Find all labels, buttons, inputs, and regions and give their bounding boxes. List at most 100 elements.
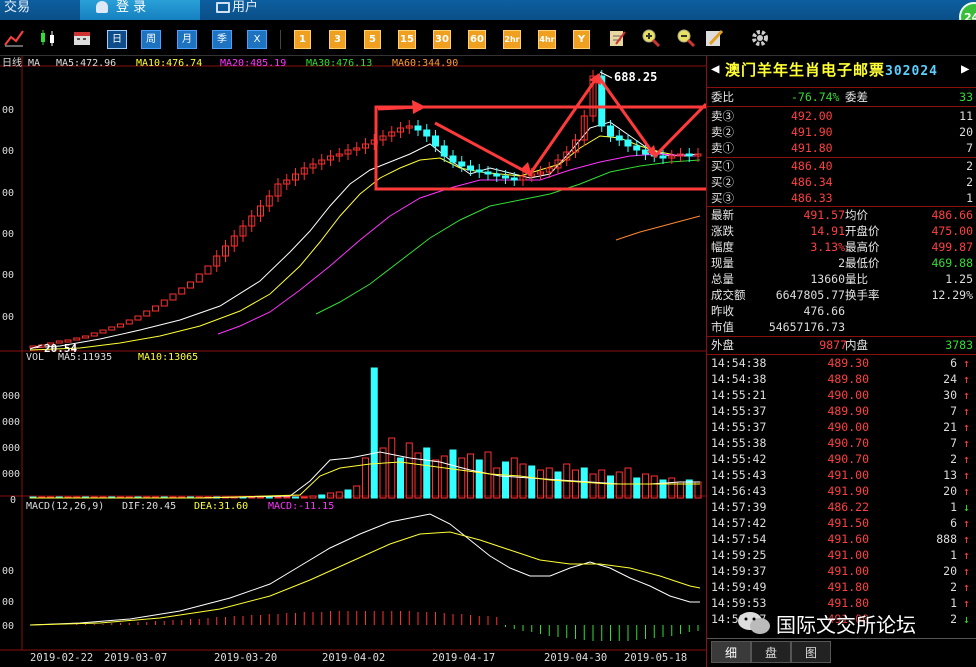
tick-price: 489.90 (827, 404, 869, 418)
volume-bar (397, 457, 404, 499)
tick-row: 14:59:25 491.00 1 ↑ (711, 547, 973, 563)
tick-direction: ↑ (963, 404, 970, 418)
candle (440, 145, 448, 157)
ask-label: 卖① (711, 141, 734, 155)
tick-time: 14:54:38 (711, 372, 767, 386)
weibi-label: 委比 (711, 90, 734, 104)
vol-label: VOL (26, 352, 44, 363)
zoom-out-icon[interactable] (676, 28, 696, 48)
tick-time: 14:55:38 (711, 436, 767, 450)
ask-volume: 20 (959, 125, 973, 139)
tick-volume: 888 (936, 532, 957, 546)
candle (615, 135, 623, 141)
tick-time: 14:55:42 (711, 452, 767, 466)
bid-row: 买① 486.40 2 (711, 158, 975, 174)
stat-row: 幅度 3.13% 最高价 499.87 (711, 239, 975, 255)
stat-label: 最高价 (845, 240, 880, 254)
stat-label: 换手率 (845, 288, 880, 302)
pencil-icon[interactable] (704, 28, 724, 48)
tick-row: 14:57:42 491.50 6 ↑ (711, 515, 973, 531)
price-tick: 00 (2, 188, 14, 199)
minute-3-button[interactable]: 3 (329, 30, 346, 49)
waipan-value: 9877 (819, 338, 847, 352)
minute-1-button[interactable]: 1 (294, 30, 311, 49)
prev-security-icon[interactable]: ◀ (711, 61, 719, 77)
vol-tick: 000 (2, 469, 20, 480)
tick-time: 14:57:42 (711, 516, 767, 530)
zoom-in-icon[interactable] (641, 28, 661, 48)
candlestick-icon[interactable] (38, 28, 58, 48)
tick-time: 14:59:49 (711, 580, 767, 594)
stat-row: 涨跌 14.91 开盘价 475.00 (711, 223, 975, 239)
stat-label: 开盘价 (845, 224, 880, 238)
stat-value: 469.88 (931, 256, 973, 270)
minute-30-button[interactable]: 30 (433, 30, 451, 49)
year-button[interactable]: Y (573, 30, 590, 49)
tick-direction: ↑ (963, 356, 970, 370)
edit-note-icon[interactable] (607, 28, 627, 48)
minute-60-button[interactable]: 60 (468, 30, 486, 49)
tick-volume: 1 (950, 548, 957, 562)
tick-direction: ↑ (963, 436, 970, 450)
tab-trade-label: 交易 (4, 0, 31, 15)
ask-row: 卖② 491.90 20 (711, 124, 975, 140)
tick-volume: 13 (943, 468, 957, 482)
tick-price: 490.00 (827, 388, 869, 402)
weicha-label: 委差 (845, 90, 868, 104)
tick-direction: ↑ (963, 532, 970, 546)
tick-row: 14:55:43 491.00 13 ↑ (711, 467, 973, 483)
tick-direction: ↑ (963, 564, 970, 578)
stat-label: 总量 (711, 272, 734, 286)
stat-label: 幅度 (711, 240, 734, 254)
tick-direction: ↑ (963, 484, 970, 498)
tab-login[interactable]: 登 录 (80, 0, 200, 20)
period-month-button[interactable]: 月 (177, 30, 197, 49)
hour-2-button[interactable]: 2hr (503, 30, 521, 49)
tick-row: 14:59:37 491.00 20 ↑ (711, 563, 973, 579)
period-week-button[interactable]: 周 (141, 30, 161, 49)
candle (484, 171, 492, 175)
security-name-text: 澳门羊年生肖电子邮票 (725, 61, 886, 79)
tick-time: 14:55:37 (711, 404, 767, 418)
tick-time: 14:55:37 (711, 420, 767, 434)
stat-row: 最新 491.57 均价 486.66 (711, 207, 975, 223)
stat-row: 市值 54657176.73 (711, 319, 975, 335)
calendar-icon[interactable] (72, 28, 92, 48)
period-quarter-button[interactable]: 季 (212, 30, 232, 49)
tick-direction: ↑ (963, 468, 970, 482)
period-day-button[interactable]: 日 (107, 30, 127, 49)
tick-row: 14:55:38 490.70 7 ↑ (711, 435, 973, 451)
tab-chart[interactable]: 图 (791, 641, 831, 663)
line-chart-icon[interactable] (4, 28, 24, 48)
tab-book[interactable]: 盘 (751, 641, 791, 663)
tab-trade[interactable]: 交易 (0, 0, 80, 20)
outer-inner-row: 外盘 9877 内盘 3783 (711, 337, 975, 353)
kline-chart[interactable]: 00 00 00 00 00 00 日线 000 000 000 000 0 0… (0, 56, 706, 667)
period-x-button[interactable]: X (247, 30, 267, 49)
security-title-row: ◀ 澳门羊年生肖电子邮票302024 ▶ (707, 56, 976, 88)
minute-15-button[interactable]: 15 (398, 30, 416, 49)
volume-bar (502, 461, 509, 499)
weibi-value: -76.74% (791, 90, 840, 104)
tick-direction: ↑ (963, 372, 970, 386)
gear-icon[interactable] (750, 28, 770, 48)
volume-bar (607, 475, 614, 499)
minute-5-button[interactable]: 5 (364, 30, 381, 49)
tick-direction: ↑ (963, 580, 970, 594)
volume-bar (370, 367, 378, 499)
tab-login-label: 登 录 (116, 0, 147, 15)
tick-price: 490.70 (827, 436, 869, 450)
candle (414, 125, 422, 131)
tab-user[interactable]: 用户 (202, 0, 312, 20)
next-security-icon[interactable]: ▶ (961, 61, 969, 77)
tick-time: 14:59:37 (711, 564, 767, 578)
hour-4-button[interactable]: 4hr (538, 30, 556, 49)
volume-bar (423, 447, 431, 499)
tick-price: 489.80 (827, 372, 869, 386)
stat-row: 昨收 476.66 (711, 303, 975, 319)
ma30-legend: MA30:476.13 (306, 58, 372, 69)
tick-volume: 7 (950, 404, 957, 418)
stat-label: 量比 (845, 272, 868, 286)
tab-detail[interactable]: 细 (711, 641, 751, 663)
divider (707, 106, 976, 107)
